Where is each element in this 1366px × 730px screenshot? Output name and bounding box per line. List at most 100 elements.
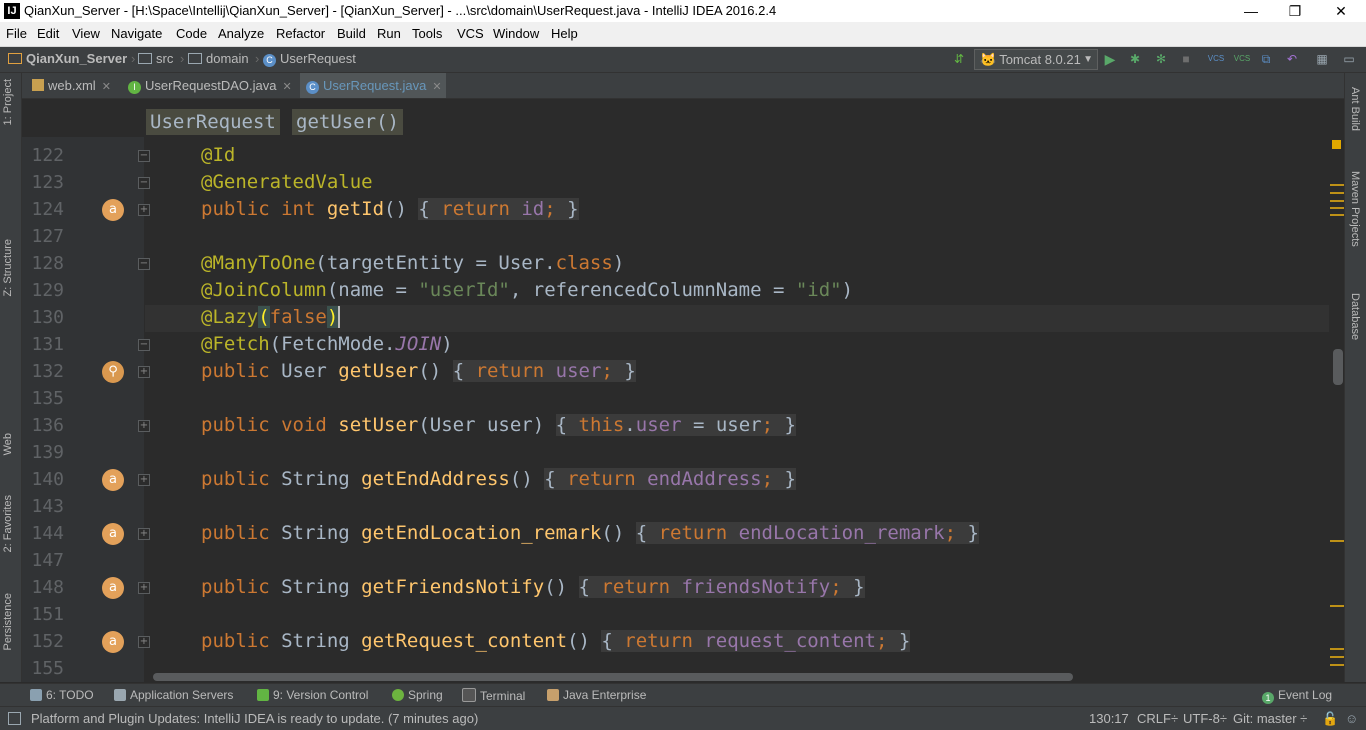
editor-breadcrumb-class[interactable]: UserRequest bbox=[146, 109, 280, 135]
attribute-gutter-icon[interactable]: a bbox=[102, 631, 124, 653]
maven-projects-tool-tab[interactable]: Maven Projects bbox=[1349, 171, 1361, 247]
keyword-token: class bbox=[555, 252, 613, 274]
error-stripe-mark[interactable] bbox=[1330, 540, 1344, 542]
close-tab-icon[interactable]: ✕ bbox=[432, 81, 441, 93]
application-servers-tool-button[interactable]: Application Servers bbox=[114, 688, 233, 702]
database-tool-tab[interactable]: Database bbox=[1349, 293, 1361, 340]
structure-tool-tab[interactable]: Z: Structure bbox=[2, 239, 14, 296]
attribute-gutter-icon[interactable]: a bbox=[102, 199, 124, 221]
tab-web-xml[interactable]: web.xml ✕ bbox=[26, 73, 126, 98]
error-stripe-mark[interactable] bbox=[1330, 207, 1344, 209]
web-tool-tab[interactable]: Web bbox=[2, 433, 14, 455]
version-control-tool-button[interactable]: 9: Version Control bbox=[257, 688, 368, 702]
line-separator-select[interactable]: CRLF÷ bbox=[1137, 711, 1178, 726]
class-icon: C bbox=[263, 54, 276, 67]
attribute-gutter-icon[interactable]: a bbox=[102, 523, 124, 545]
keyword-token: return bbox=[567, 468, 648, 490]
expand-fold-icon[interactable]: + bbox=[138, 204, 150, 216]
encoding-select[interactable]: UTF-8÷ bbox=[1183, 711, 1227, 726]
vcs-commit-icon[interactable]: VCS bbox=[1233, 51, 1251, 67]
expand-fold-icon[interactable]: + bbox=[138, 420, 150, 432]
error-stripe-mark[interactable] bbox=[1330, 605, 1344, 607]
menu-run[interactable]: Run bbox=[377, 26, 401, 41]
breadcrumb-domain[interactable]: domain bbox=[188, 51, 249, 66]
build-icon[interactable]: ⇵ bbox=[950, 51, 968, 67]
menu-vcs[interactable]: VCS bbox=[457, 26, 484, 41]
expand-fold-icon[interactable]: + bbox=[138, 582, 150, 594]
error-stripe-mark[interactable] bbox=[1330, 214, 1344, 216]
fold-marker-icon[interactable]: − bbox=[138, 258, 150, 270]
restore-button[interactable]: ❐ bbox=[1272, 0, 1318, 22]
error-stripe-mark[interactable] bbox=[1330, 184, 1344, 186]
menu-file[interactable]: File bbox=[6, 26, 27, 41]
horizontal-scrollbar[interactable] bbox=[153, 673, 1073, 681]
persistence-tool-tab[interactable]: Persistence bbox=[2, 593, 14, 650]
expand-fold-icon[interactable]: + bbox=[138, 366, 150, 378]
status-message[interactable]: Platform and Plugin Updates: IntelliJ ID… bbox=[31, 711, 478, 726]
expand-fold-icon[interactable]: + bbox=[138, 636, 150, 648]
breadcrumb-project[interactable]: QianXun_Server bbox=[8, 51, 127, 66]
terminal-tool-button[interactable]: Terminal bbox=[462, 688, 525, 703]
relationship-gutter-icon[interactable]: ⚲ bbox=[102, 361, 124, 383]
breadcrumb-src[interactable]: src bbox=[138, 51, 173, 66]
sdk-icon[interactable]: ▭ bbox=[1340, 51, 1358, 67]
git-branch-select[interactable]: Git: master ÷ bbox=[1233, 711, 1307, 726]
debug-icon[interactable]: ✱ bbox=[1126, 51, 1144, 67]
event-log-tool-button[interactable]: 1 Event Log bbox=[1262, 688, 1332, 704]
spring-tool-button[interactable]: Spring bbox=[392, 688, 443, 702]
attribute-gutter-icon[interactable]: a bbox=[102, 469, 124, 491]
coverage-icon[interactable]: ✻ bbox=[1152, 51, 1170, 67]
hector-icon[interactable]: ☺ bbox=[1345, 711, 1358, 726]
close-button[interactable]: ✕ bbox=[1318, 0, 1364, 22]
menu-code[interactable]: Code bbox=[176, 26, 207, 41]
menu-edit[interactable]: Edit bbox=[37, 26, 59, 41]
close-tab-icon[interactable]: ✕ bbox=[283, 81, 292, 93]
vcs-update-icon[interactable]: VCS bbox=[1207, 51, 1225, 67]
annotation-token: @JoinColumn bbox=[201, 279, 327, 301]
menu-build[interactable]: Build bbox=[337, 26, 366, 41]
caret-position[interactable]: 130:17 bbox=[1089, 711, 1129, 726]
menu-view[interactable]: View bbox=[72, 26, 100, 41]
menu-navigate[interactable]: Navigate bbox=[111, 26, 162, 41]
code-token: String bbox=[281, 468, 362, 490]
editor-breadcrumb-method[interactable]: getUser() bbox=[292, 109, 403, 135]
inspection-status-icon[interactable] bbox=[1332, 140, 1341, 149]
revert-icon[interactable]: ↶ bbox=[1283, 51, 1301, 67]
fold-marker-icon[interactable]: − bbox=[138, 177, 150, 189]
project-tool-tab[interactable]: 1: Project bbox=[2, 79, 14, 125]
fold-marker-icon[interactable]: − bbox=[138, 339, 150, 351]
toggle-tool-windows-icon[interactable] bbox=[8, 712, 21, 725]
menu-help[interactable]: Help bbox=[551, 26, 578, 41]
close-tab-icon[interactable]: ✕ bbox=[102, 81, 111, 93]
expand-fold-icon[interactable]: + bbox=[138, 528, 150, 540]
code-line-130: @Lazy(false) bbox=[201, 304, 341, 331]
error-stripe-mark[interactable] bbox=[1330, 192, 1344, 194]
java-enterprise-tool-button[interactable]: Java Enterprise bbox=[547, 688, 646, 702]
error-stripe-mark[interactable] bbox=[1330, 200, 1344, 202]
minimize-button[interactable]: — bbox=[1228, 0, 1274, 22]
lock-icon[interactable]: 🔓 bbox=[1322, 711, 1338, 727]
run-icon[interactable]: ▶ bbox=[1101, 51, 1119, 67]
favorites-tool-tab[interactable]: 2: Favorites bbox=[2, 495, 14, 552]
menu-window[interactable]: Window bbox=[493, 26, 539, 41]
vertical-scrollbar[interactable] bbox=[1333, 349, 1343, 385]
tab-user-request[interactable]: C UserRequest.java ✕ bbox=[300, 73, 446, 98]
error-stripe-mark[interactable] bbox=[1330, 664, 1344, 666]
run-configuration-select[interactable]: 🐱 Tomcat 8.0.21 ▼ bbox=[974, 49, 1098, 70]
menu-refactor[interactable]: Refactor bbox=[276, 26, 325, 41]
stop-icon[interactable]: ■ bbox=[1177, 51, 1195, 67]
fold-marker-icon[interactable]: − bbox=[138, 150, 150, 162]
breadcrumb-file[interactable]: C UserRequest bbox=[263, 51, 356, 67]
line-number: 147 bbox=[31, 550, 64, 571]
tab-user-request-dao[interactable]: I UserRequestDAO.java ✕ bbox=[122, 73, 304, 98]
project-structure-icon[interactable]: ▦ bbox=[1313, 51, 1331, 67]
attribute-gutter-icon[interactable]: a bbox=[102, 577, 124, 599]
error-stripe-mark[interactable] bbox=[1330, 656, 1344, 658]
ant-build-tool-tab[interactable]: Ant Build bbox=[1349, 87, 1361, 131]
vcs-compare-icon[interactable]: ⧉ bbox=[1257, 51, 1275, 67]
expand-fold-icon[interactable]: + bbox=[138, 474, 150, 486]
menu-analyze[interactable]: Analyze bbox=[218, 26, 264, 41]
todo-tool-button[interactable]: 6: TODO bbox=[30, 688, 94, 702]
menu-tools[interactable]: Tools bbox=[412, 26, 442, 41]
error-stripe-mark[interactable] bbox=[1330, 648, 1344, 650]
